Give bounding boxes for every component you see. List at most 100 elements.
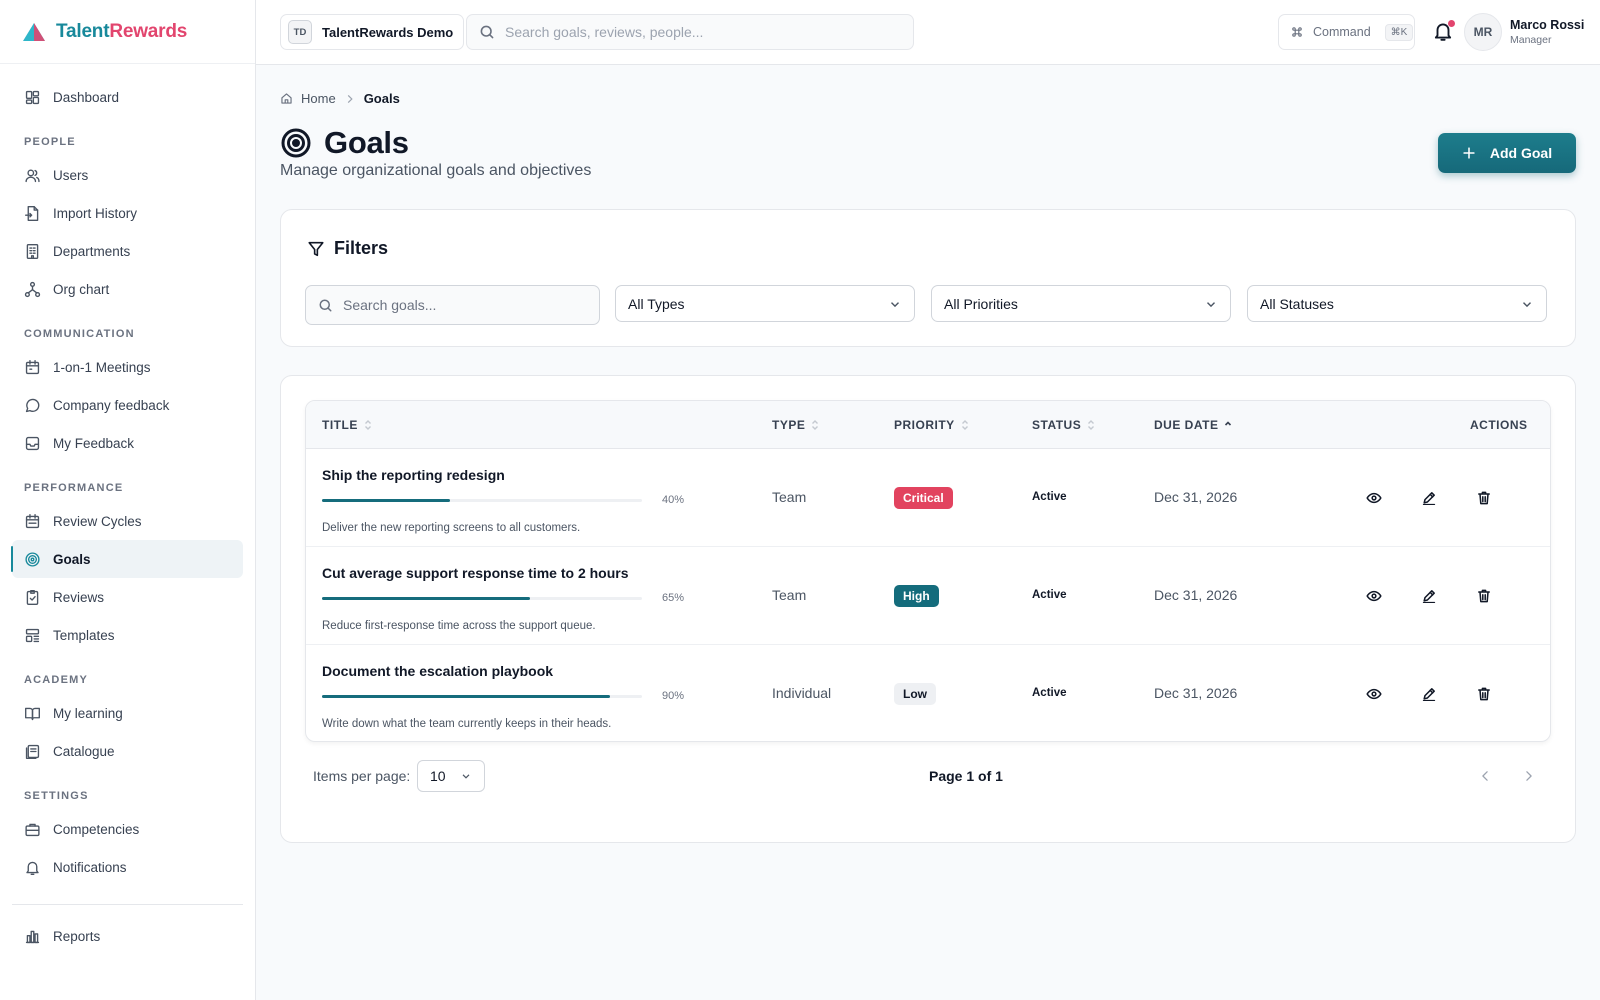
sidebar-item-competencies[interactable]: Competencies [12, 810, 243, 848]
type-filter-select[interactable]: All Types [615, 285, 915, 322]
goal-progress-bar [322, 695, 642, 698]
edit-goal-button[interactable] [1419, 684, 1439, 704]
sidebar-item-1on1-meetings[interactable]: 1-on-1 Meetings [12, 348, 243, 386]
delete-goal-button[interactable] [1474, 586, 1494, 606]
trash-icon [1478, 589, 1490, 603]
table-header: TITLE TYPE PRIORITY STATUS DUE DATE ACTI… [306, 401, 1550, 449]
column-header-title[interactable]: TITLE [322, 418, 372, 432]
edit-goal-button[interactable] [1419, 488, 1439, 508]
sidebar-item-templates[interactable]: Templates [12, 616, 243, 654]
sidebar-item-label: Templates [53, 627, 115, 643]
goal-progress-value: 90% [662, 690, 685, 702]
goal-title[interactable]: Cut average support response time to 2 h… [322, 565, 629, 581]
goal-search-input[interactable] [343, 297, 583, 313]
add-goal-label: Add Goal [1489, 145, 1553, 161]
next-page-button[interactable] [1517, 764, 1541, 788]
command-label: Command [1313, 25, 1371, 39]
sidebar-item-label: My Feedback [53, 435, 135, 451]
org-switcher[interactable]: TD TalentRewards Demo [280, 14, 465, 50]
sidebar-item-label: My learning [53, 705, 123, 721]
top-header: TD TalentRewards Demo Command ⌘K MR Marc… [256, 0, 1600, 65]
inbox-icon [25, 436, 40, 450]
sidebar-item-reports[interactable]: Reports [12, 917, 243, 955]
chevron-right-icon [1526, 771, 1532, 781]
sidebar-item-reviews[interactable]: Reviews [12, 578, 243, 616]
sidebar-section-communication: COMMUNICATION [24, 328, 135, 340]
sidebar: TalentRewards Dashboard PEOPLE Users Imp… [0, 0, 256, 1000]
column-header-due-date[interactable]: DUE DATE [1154, 418, 1232, 432]
filters-card: Filters All Types All Priorities All Sta… [280, 209, 1576, 347]
chevron-down-icon [1523, 301, 1531, 307]
sidebar-divider [12, 904, 243, 905]
page-subtitle: Manage organizational goals and objectiv… [280, 162, 592, 179]
sort-icon [1088, 420, 1095, 430]
logo-icon [23, 22, 45, 41]
delete-goal-button[interactable] [1474, 488, 1494, 508]
eye-icon [1366, 590, 1382, 602]
sidebar-item-departments[interactable]: Departments [12, 232, 243, 270]
building-icon [26, 243, 39, 259]
sidebar-item-my-learning[interactable]: My learning [12, 694, 243, 732]
user-menu[interactable]: MR Marco Rossi Manager [1464, 13, 1584, 51]
goal-progress-value: 65% [662, 592, 685, 604]
sidebar-item-label: Import History [53, 205, 138, 221]
priority-filter-select[interactable]: All Priorities [931, 285, 1231, 322]
sidebar-item-org-chart[interactable]: Org chart [12, 270, 243, 308]
edit-icon [1422, 590, 1436, 603]
goal-type: Team [772, 587, 807, 603]
chevron-down-icon [891, 301, 899, 307]
chevron-left-icon [1482, 771, 1488, 781]
status-filter-select[interactable]: All Statuses [1247, 285, 1547, 322]
view-goal-button[interactable] [1364, 488, 1384, 508]
sidebar-item-my-feedback[interactable]: My Feedback [12, 424, 243, 462]
sidebar-item-notifications[interactable]: Notifications [12, 848, 243, 886]
previous-page-button[interactable] [1473, 764, 1497, 788]
file-import-icon [25, 205, 39, 221]
sidebar-item-import-history[interactable]: Import History [12, 194, 243, 232]
app-logo[interactable]: TalentRewards [0, 0, 255, 64]
trash-icon [1478, 687, 1490, 701]
sidebar-item-goals[interactable]: Goals [11, 540, 243, 578]
sidebar-section-performance: PERFORMANCE [24, 482, 124, 494]
sidebar-item-users[interactable]: Users [12, 156, 243, 194]
priority-badge: High [894, 585, 939, 607]
command-palette-button[interactable]: Command ⌘K [1278, 14, 1415, 50]
goal-due-date: Dec 31, 2026 [1154, 685, 1238, 701]
sidebar-item-label: Users [53, 167, 89, 183]
status-filter-value: All Statuses [1260, 295, 1334, 312]
sort-ascending-icon [1225, 421, 1232, 426]
sidebar-item-dashboard[interactable]: Dashboard [12, 78, 243, 116]
goal-title[interactable]: Document the escalation playbook [322, 663, 553, 679]
column-header-status[interactable]: STATUS [1032, 418, 1095, 432]
book-open-icon [25, 707, 40, 720]
home-icon [281, 93, 292, 104]
goal-title[interactable]: Ship the reporting redesign [322, 467, 505, 483]
delete-goal-button[interactable] [1474, 684, 1494, 704]
global-search-input[interactable] [505, 24, 885, 40]
brand-name-part2: Rewards [109, 20, 188, 42]
goal-type: Team [772, 489, 807, 505]
view-goal-button[interactable] [1364, 586, 1384, 606]
notifications-button[interactable] [1432, 20, 1456, 44]
column-header-priority[interactable]: PRIORITY [894, 418, 969, 432]
goal-due-date: Dec 31, 2026 [1154, 587, 1238, 603]
sidebar-item-catalogue[interactable]: Catalogue [12, 732, 243, 770]
sidebar-item-review-cycles[interactable]: Review Cycles [12, 502, 243, 540]
items-per-page-select[interactable]: 10 [417, 760, 485, 792]
layout-template-icon [25, 628, 40, 642]
chevron-down-icon [462, 774, 470, 779]
column-header-label: DUE DATE [1154, 418, 1219, 432]
command-icon [1292, 27, 1302, 37]
breadcrumb-home[interactable]: Home [301, 91, 336, 106]
org-badge: TD [288, 20, 312, 44]
search-icon [319, 299, 332, 311]
add-goal-button[interactable]: Add Goal [1438, 133, 1576, 173]
view-goal-button[interactable] [1364, 684, 1384, 704]
plus-icon [1463, 147, 1475, 159]
page-header: Goals [280, 125, 409, 161]
column-header-type[interactable]: TYPE [772, 418, 819, 432]
edit-goal-button[interactable] [1419, 586, 1439, 606]
sidebar-item-label: Reports [53, 928, 101, 944]
sidebar-item-company-feedback[interactable]: Company feedback [12, 386, 243, 424]
goal-progress-fill [322, 499, 450, 502]
